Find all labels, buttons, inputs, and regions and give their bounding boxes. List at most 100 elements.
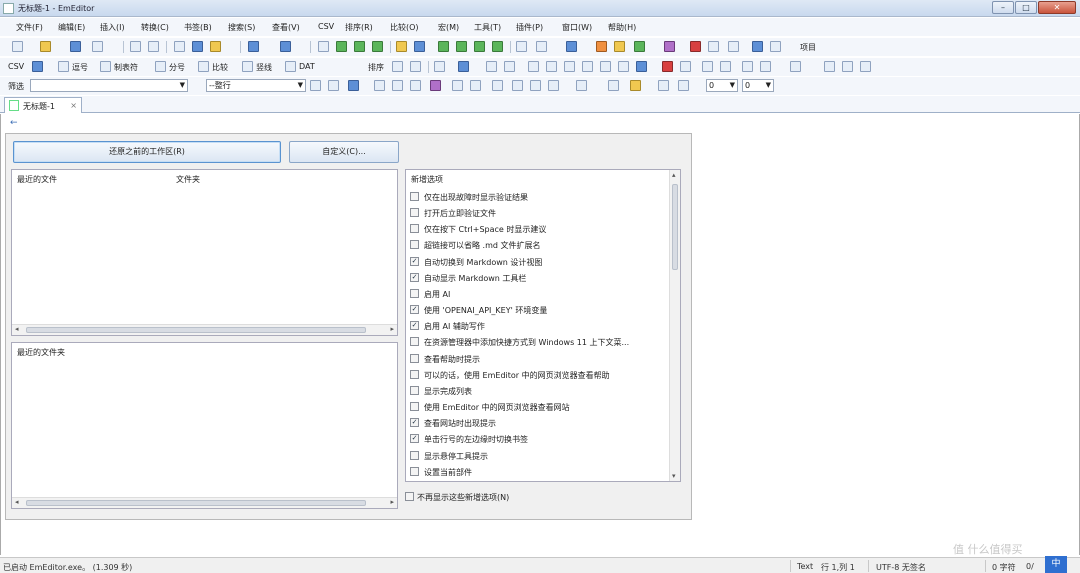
filter-copy-icon[interactable] [530, 80, 541, 91]
filter-lines-icon[interactable] [410, 80, 421, 91]
option-checkbox[interactable] [410, 386, 419, 395]
sort-label[interactable]: 排序 [368, 62, 384, 73]
lines-after-input[interactable]: 0 ▼ [742, 79, 774, 92]
markdown-icon[interactable] [708, 41, 719, 52]
scroll-right-icon[interactable]: ▸ [390, 498, 394, 506]
indent-icon[interactable] [720, 61, 731, 72]
sort-col-icon[interactable] [600, 61, 611, 72]
status-position[interactable]: 行 1,列 1 [821, 562, 855, 573]
copy-icon[interactable] [192, 41, 203, 52]
scroll-thumb[interactable] [26, 327, 366, 333]
option-checkbox[interactable] [410, 402, 419, 411]
filter-down-icon[interactable] [576, 80, 587, 91]
ime-indicator[interactable]: 中 [1045, 556, 1067, 573]
filter-scope-select[interactable]: --整行 ▼ [206, 79, 306, 92]
new-file-icon[interactable] [12, 41, 23, 52]
outline-icon[interactable] [516, 41, 527, 52]
menu-sort[interactable]: 排序(R) [345, 22, 373, 33]
open-folder-icon[interactable] [40, 41, 51, 52]
dont-show-checkbox[interactable] [405, 492, 414, 501]
csv-tab[interactable]: 制表符 [114, 62, 138, 73]
restore-workspace-button[interactable]: 还原之前的工作区(R) [13, 141, 281, 163]
option-checkbox[interactable]: ✓ [410, 418, 419, 427]
option-checkbox[interactable]: ✓ [410, 321, 419, 330]
recent-files-hscroll[interactable]: ◂ ▸ [12, 324, 397, 335]
menu-compare[interactable]: 比较(O) [390, 22, 419, 33]
filter-advanced-icon[interactable] [630, 80, 641, 91]
highlight-icon[interactable] [396, 41, 407, 52]
filter-bookmark-icon[interactable] [430, 80, 441, 91]
status-mode[interactable]: Text [797, 562, 813, 571]
filter-export-icon[interactable] [548, 80, 559, 91]
split-h-icon[interactable] [438, 41, 449, 52]
scroll-thumb[interactable] [672, 184, 678, 270]
transpose-icon[interactable] [760, 61, 771, 72]
scroll-right-icon[interactable]: ▸ [390, 325, 394, 333]
option-checkbox[interactable] [410, 354, 419, 363]
option-checkbox[interactable]: ✓ [410, 257, 419, 266]
menu-file[interactable]: 文件(F) [16, 22, 43, 33]
csv-dat-icon[interactable] [285, 61, 296, 72]
csv-comma-icon[interactable] [58, 61, 69, 72]
scroll-left-icon[interactable]: ◂ [15, 325, 19, 333]
menu-convert[interactable]: 转换(C) [141, 22, 169, 33]
sort-desc-icon[interactable] [410, 61, 421, 72]
window-icon[interactable] [492, 41, 503, 52]
save-all-icon[interactable] [92, 41, 103, 52]
outline-panel-icon[interactable] [728, 41, 739, 52]
recent-files-header[interactable]: 最近的文件 [17, 174, 57, 185]
filter-case-icon[interactable] [310, 80, 321, 91]
csv-pipe[interactable]: 竖线 [256, 62, 272, 73]
back-arrow-icon[interactable]: ← [10, 118, 18, 128]
option-checkbox[interactable]: ✓ [410, 273, 419, 282]
menu-window[interactable]: 窗口(W) [562, 22, 592, 33]
find-prev-icon[interactable] [354, 41, 365, 52]
menu-csv[interactable]: CSV [318, 22, 334, 31]
chevron-down-icon[interactable]: ▼ [180, 80, 185, 91]
join-icon[interactable] [680, 61, 691, 72]
split-v-icon[interactable] [456, 41, 467, 52]
replace-icon[interactable] [372, 41, 383, 52]
recent-folders-header[interactable]: 最近的文件夹 [17, 347, 65, 358]
filter-extract-icon[interactable] [512, 80, 523, 91]
dedupe-icon[interactable] [662, 61, 673, 72]
macro-record-icon[interactable] [596, 41, 607, 52]
menu-insert[interactable]: 插入(I) [100, 22, 125, 33]
line-icon[interactable] [790, 61, 801, 72]
csv-pipe-icon[interactable] [242, 61, 253, 72]
save-icon[interactable] [70, 41, 81, 52]
customize-button[interactable]: 自定义(C)... [289, 141, 399, 163]
menu-plugins[interactable]: 插件(P) [516, 22, 543, 33]
chevron-down-icon[interactable]: ▼ [730, 80, 735, 91]
csv-tab-icon[interactable] [100, 61, 111, 72]
sort-za-icon[interactable] [546, 61, 557, 72]
folder-header[interactable]: 文件夹 [176, 174, 200, 185]
split-icon[interactable] [474, 41, 485, 52]
filter-not-icon[interactable] [392, 80, 403, 91]
menu-bookmark[interactable]: 书签(B) [184, 22, 212, 33]
table-icon[interactable] [636, 61, 647, 72]
column-delete-icon[interactable] [504, 61, 515, 72]
option-checkbox[interactable] [410, 192, 419, 201]
csv-semicolon-icon[interactable] [155, 61, 166, 72]
chevron-down-icon[interactable]: ▼ [766, 80, 771, 91]
format3-icon[interactable] [860, 61, 871, 72]
scroll-up-icon[interactable]: ▴ [672, 171, 676, 179]
option-checkbox[interactable] [410, 240, 419, 249]
options-vscroll[interactable]: ▴ ▾ [669, 170, 680, 481]
filter-word-icon[interactable] [374, 80, 385, 91]
column-icon[interactable] [458, 61, 469, 72]
sort-num-icon[interactable] [564, 61, 575, 72]
undo-icon[interactable] [248, 41, 259, 52]
stop-icon[interactable] [690, 41, 701, 52]
filter-input[interactable]: ▼ [30, 79, 188, 92]
chevron-down-icon[interactable]: ▼ [298, 80, 303, 91]
csv-compare[interactable]: 比较 [212, 62, 228, 73]
filter-regex-icon[interactable] [328, 80, 339, 91]
minimize-button[interactable]: – [992, 1, 1014, 14]
menu-help[interactable]: 帮助(H) [608, 22, 636, 33]
cut-icon[interactable] [174, 41, 185, 52]
filter-clear-icon[interactable] [492, 80, 503, 91]
option-checkbox[interactable] [410, 208, 419, 217]
recent-folders-list[interactable]: 最近的文件夹 ◂ ▸ [11, 342, 398, 509]
